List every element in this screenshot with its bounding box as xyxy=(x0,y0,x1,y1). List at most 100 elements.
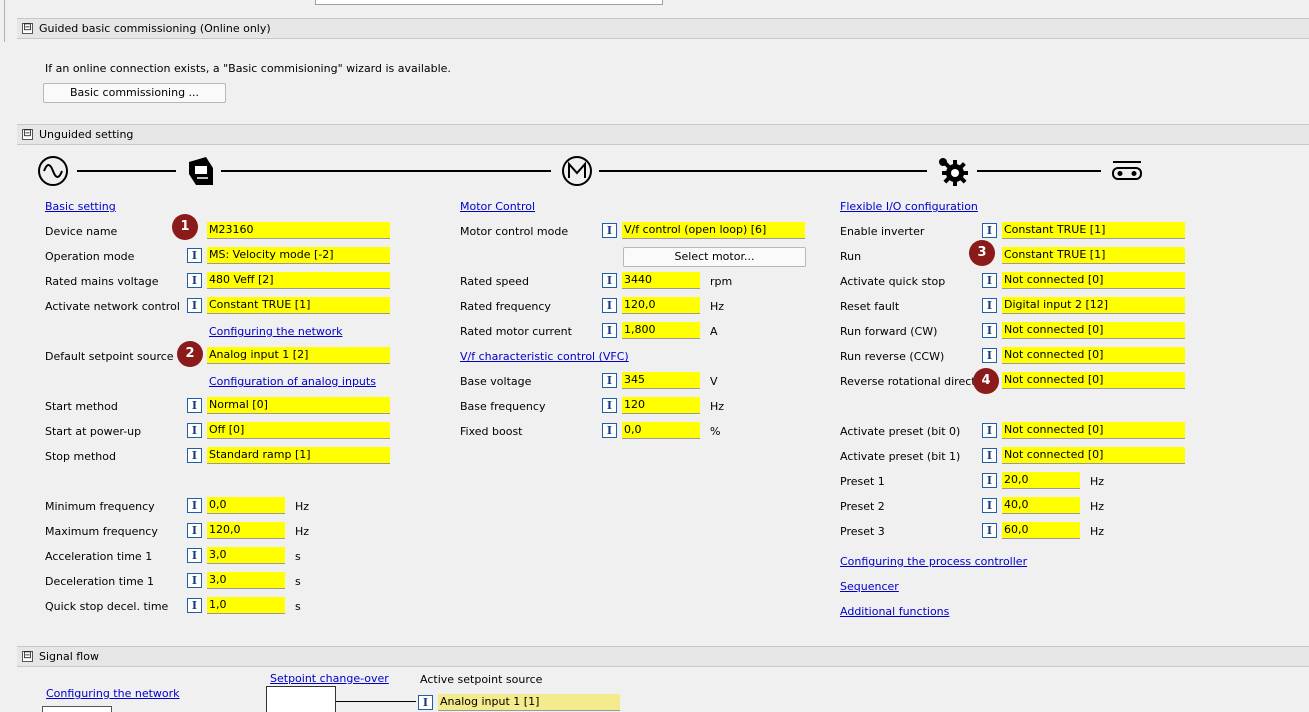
info-icon[interactable]: I xyxy=(602,273,617,288)
operation-mode-field[interactable]: MS: Velocity mode [-2] xyxy=(207,247,390,264)
reset-fault-field[interactable]: Digital input 2 [12] xyxy=(1002,297,1185,314)
rated-speed-field[interactable]: 3440 xyxy=(622,272,700,289)
select-motor-button[interactable]: Select motor... xyxy=(623,247,806,267)
additional-functions-link[interactable]: Additional functions xyxy=(840,605,949,619)
signal-flow-section-title: Signal flow xyxy=(39,650,99,663)
reset-fault-label: Reset fault xyxy=(840,300,900,313)
start-powerup-field[interactable]: Off [0] xyxy=(207,422,390,439)
unguided-section-header[interactable]: ⊟ Unguided setting xyxy=(17,124,1309,145)
info-icon[interactable]: I xyxy=(187,298,202,313)
info-icon[interactable]: I xyxy=(602,373,617,388)
preset-1-field[interactable]: 20,0 xyxy=(1002,472,1080,489)
setpoint-changeover-link[interactable]: Setpoint change-over xyxy=(270,672,389,686)
default-setpoint-field[interactable]: Analog input 1 [2] xyxy=(207,347,390,364)
preset-2-field[interactable]: 40,0 xyxy=(1002,497,1080,514)
preset-bit1-field[interactable]: Not connected [0] xyxy=(1002,447,1185,464)
left-panel-edge xyxy=(0,0,5,42)
chain-line xyxy=(77,170,176,172)
info-icon[interactable]: I xyxy=(982,423,997,438)
info-icon[interactable]: I xyxy=(187,598,202,613)
unit-label: Hz xyxy=(1090,500,1105,513)
run-forward-label: Run forward (CW) xyxy=(840,325,938,338)
network-control-field[interactable]: Constant TRUE [1] xyxy=(207,297,390,314)
unit-label: Hz xyxy=(295,525,310,538)
info-icon[interactable]: I xyxy=(982,448,997,463)
info-icon[interactable]: I xyxy=(187,573,202,588)
info-icon[interactable]: I xyxy=(982,323,997,338)
enable-inverter-field[interactable]: Constant TRUE [1] xyxy=(1002,222,1185,239)
unguided-section-title: Unguided setting xyxy=(39,128,134,141)
info-icon[interactable]: I xyxy=(187,248,202,263)
motor-icon xyxy=(562,156,592,186)
info-icon[interactable]: I xyxy=(187,398,202,413)
min-frequency-field[interactable]: 0,0 xyxy=(207,497,285,514)
info-icon[interactable]: I xyxy=(602,223,617,238)
vfc-link[interactable]: V/f characteristic control (VFC) xyxy=(460,350,629,364)
callout-badge: 3 xyxy=(969,240,995,266)
top-toolbar-field[interactable] xyxy=(315,0,663,5)
quickstop-time-field[interactable]: 1,0 xyxy=(207,597,285,614)
guided-section-header[interactable]: ⊟ Guided basic commissioning (Online onl… xyxy=(17,18,1309,39)
stop-method-label: Stop method xyxy=(45,450,116,463)
start-method-field[interactable]: Normal [0] xyxy=(207,397,390,414)
motor-control-mode-label: Motor control mode xyxy=(460,225,569,238)
signal-configure-network-link[interactable]: Configuring the network xyxy=(46,687,180,701)
info-icon[interactable]: I xyxy=(187,548,202,563)
info-icon[interactable]: I xyxy=(187,498,202,513)
info-icon[interactable]: I xyxy=(982,273,997,288)
info-icon[interactable]: I xyxy=(602,398,617,413)
info-icon[interactable]: I xyxy=(982,298,997,313)
decel-time-field[interactable]: 3,0 xyxy=(207,572,285,589)
info-icon[interactable]: I xyxy=(187,273,202,288)
signal-flow-section-header[interactable]: ⊟ Signal flow xyxy=(17,646,1309,667)
base-voltage-field[interactable]: 345 xyxy=(622,372,700,389)
sequencer-link[interactable]: Sequencer xyxy=(840,580,899,594)
reverse-direction-field[interactable]: Not connected [0] xyxy=(1002,372,1185,389)
info-icon[interactable]: I xyxy=(982,498,997,513)
fixed-boost-field[interactable]: 0,0 xyxy=(622,422,700,439)
info-icon[interactable]: I xyxy=(187,448,202,463)
info-icon[interactable]: I xyxy=(187,523,202,538)
preset-3-field[interactable]: 60,0 xyxy=(1002,522,1080,539)
stop-method-field[interactable]: Standard ramp [1] xyxy=(207,447,390,464)
basic-commissioning-button[interactable]: Basic commissioning ... xyxy=(43,83,226,103)
unit-label: Hz xyxy=(295,500,310,513)
accel-time-label: Acceleration time 1 xyxy=(45,550,153,563)
info-icon[interactable]: I xyxy=(602,298,617,313)
info-icon[interactable]: I xyxy=(602,423,617,438)
info-icon[interactable]: I xyxy=(187,423,202,438)
collapse-toggle-icon[interactable]: ⊟ xyxy=(22,129,33,140)
collapse-toggle-icon[interactable]: ⊟ xyxy=(22,651,33,662)
reverse-direction-label: Reverse rotational direct. xyxy=(840,375,980,388)
rated-current-field[interactable]: 1,800 xyxy=(622,322,700,339)
info-icon[interactable]: I xyxy=(982,523,997,538)
flexible-io-heading[interactable]: Flexible I/O configuration xyxy=(840,200,978,214)
info-icon[interactable]: I xyxy=(982,473,997,488)
run-field[interactable]: Constant TRUE [1] xyxy=(1002,247,1185,264)
collapse-toggle-icon[interactable]: ⊟ xyxy=(22,23,33,34)
run-reverse-field[interactable]: Not connected [0] xyxy=(1002,347,1185,364)
rated-frequency-field[interactable]: 120,0 xyxy=(622,297,700,314)
max-frequency-field[interactable]: 120,0 xyxy=(207,522,285,539)
info-icon[interactable]: I xyxy=(418,695,433,710)
base-frequency-field[interactable]: 120 xyxy=(622,397,700,414)
device-name-field[interactable]: M23160 xyxy=(207,222,390,239)
rated-mains-voltage-field[interactable]: 480 Veff [2] xyxy=(207,272,390,289)
info-icon[interactable]: I xyxy=(982,223,997,238)
preset-bit0-label: Activate preset (bit 0) xyxy=(840,425,961,438)
quick-stop-field[interactable]: Not connected [0] xyxy=(1002,272,1185,289)
configure-network-link[interactable]: Configuring the network xyxy=(209,325,343,339)
accel-time-field[interactable]: 3,0 xyxy=(207,547,285,564)
motor-control-mode-field[interactable]: V/f control (open loop) [6] xyxy=(622,222,805,239)
configure-analog-link[interactable]: Configuration of analog inputs xyxy=(209,375,376,389)
unit-label: V xyxy=(710,375,718,388)
info-icon[interactable]: I xyxy=(602,323,617,338)
basic-setting-heading[interactable]: Basic setting xyxy=(45,200,116,214)
motor-control-heading[interactable]: Motor Control xyxy=(460,200,535,214)
start-method-label: Start method xyxy=(45,400,118,413)
preset-bit0-field[interactable]: Not connected [0] xyxy=(1002,422,1185,439)
default-setpoint-label: Default setpoint source xyxy=(45,350,174,363)
process-controller-link[interactable]: Configuring the process controller xyxy=(840,555,1027,569)
info-icon[interactable]: I xyxy=(982,348,997,363)
run-forward-field[interactable]: Not connected [0] xyxy=(1002,322,1185,339)
